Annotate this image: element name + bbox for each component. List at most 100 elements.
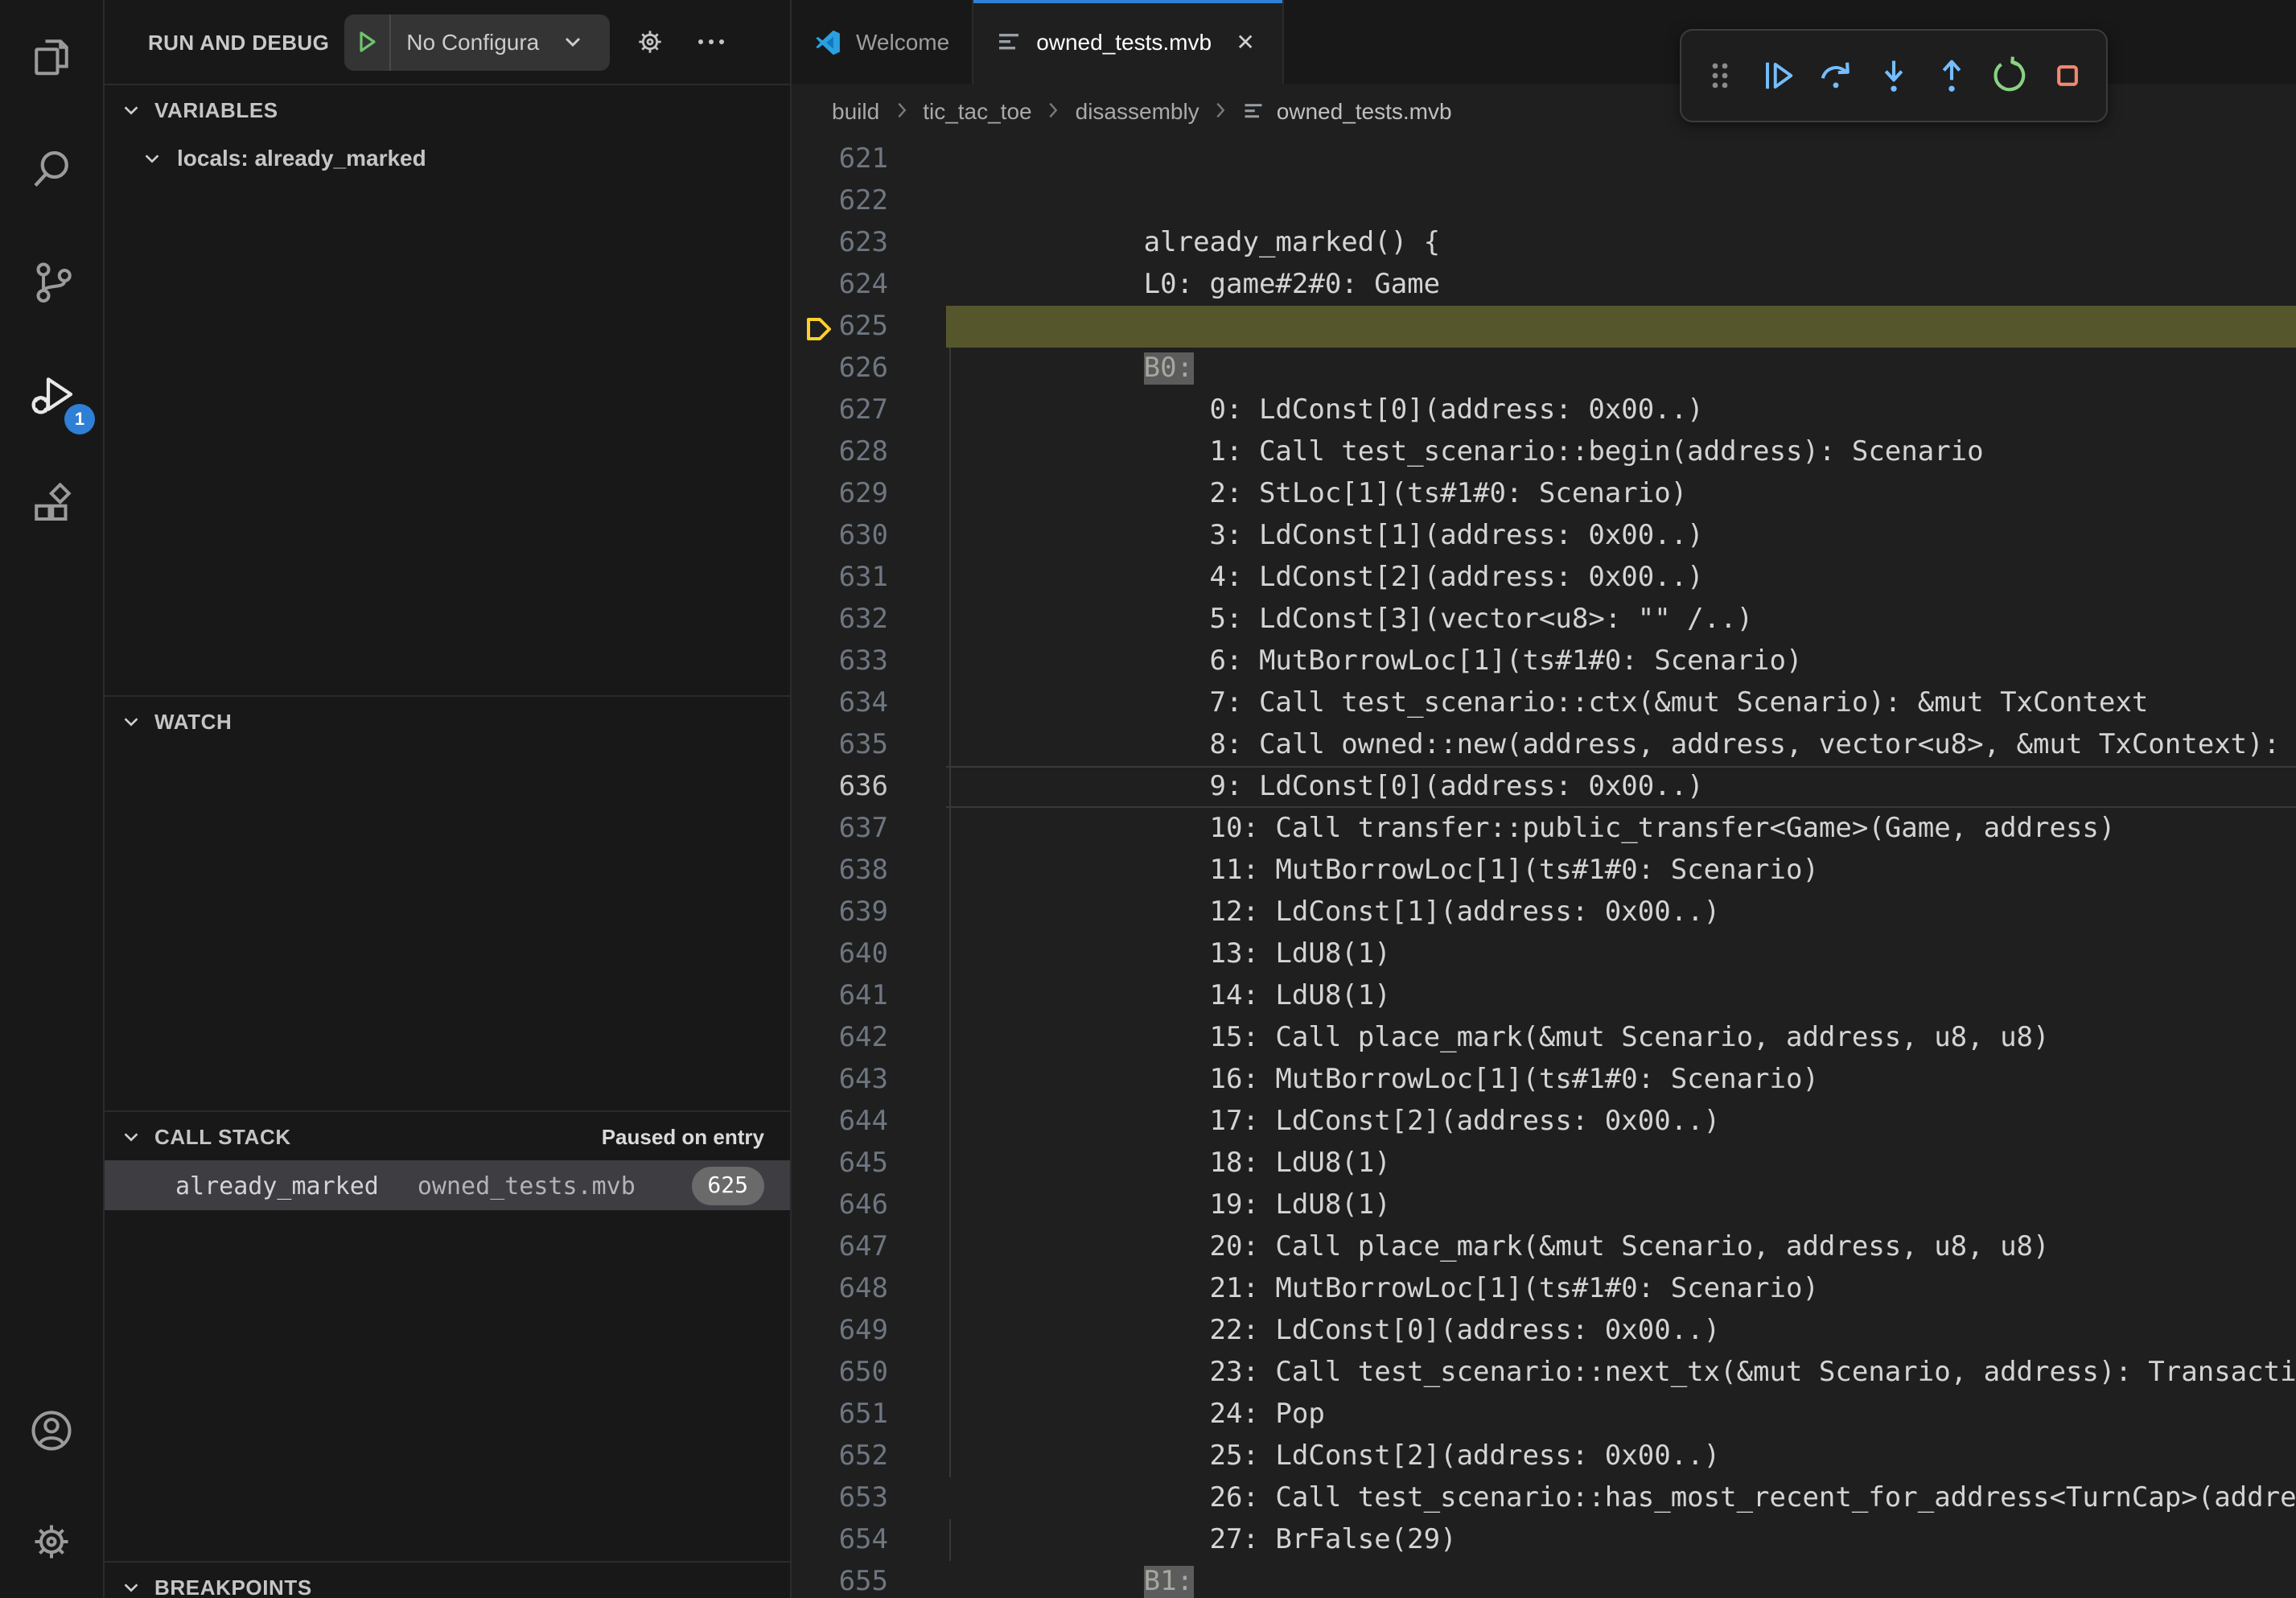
code-line[interactable]: 654 28: Branch(31) <box>792 1519 2296 1561</box>
line-number-gutter[interactable]: 634 <box>792 682 946 724</box>
line-number-gutter[interactable]: 623 <box>792 222 946 264</box>
stop-button[interactable] <box>2039 40 2096 111</box>
code-line[interactable]: 641 16: MutBorrowLoc[1](ts#1#0: Scenario… <box>792 975 2296 1017</box>
toolbar-drag-handle[interactable] <box>1691 40 1749 111</box>
close-icon[interactable]: ✕ <box>1231 27 1260 56</box>
line-number-gutter[interactable]: 651 <box>792 1394 946 1435</box>
breadcrumb-item-build[interactable]: build <box>832 97 879 123</box>
step-into-button[interactable] <box>1865 40 1923 111</box>
code-line[interactable]: 622 L0: game#2#0: Game <box>792 180 2296 222</box>
line-number-gutter[interactable]: 646 <box>792 1184 946 1226</box>
code-line[interactable]: 624 B0: <box>792 264 2296 306</box>
line-number-gutter[interactable]: 647 <box>792 1226 946 1268</box>
code-line[interactable]: 628 3: LdConst[1](address: 0x00..) <box>792 431 2296 473</box>
line-number-gutter[interactable]: 638 <box>792 850 946 892</box>
breadcrumb-item-tic-tac-toe[interactable]: tic_tac_toe <box>923 97 1031 123</box>
line-number-gutter[interactable]: 628 <box>792 431 946 473</box>
variables-section-header[interactable]: VARIABLES <box>105 85 790 134</box>
line-number-gutter[interactable]: 652 <box>792 1435 946 1477</box>
line-number-gutter[interactable]: 650 <box>792 1352 946 1394</box>
code-line[interactable]: 655 B2: <box>792 1561 2296 1598</box>
code-line[interactable]: 638 13: LdU8(1) <box>792 850 2296 892</box>
code-line[interactable]: 647 22: LdConst[0](address: 0x00..) <box>792 1226 2296 1268</box>
line-number-gutter[interactable]: 624 <box>792 264 946 306</box>
code-line[interactable]: 640 15: Call place_mark(&mut Scenario, a… <box>792 933 2296 975</box>
breakpoints-section-header[interactable]: BREAKPOINTS <box>105 1563 790 1598</box>
code-line[interactable]: 650 25: LdConst[2](address: 0x00..) <box>792 1352 2296 1394</box>
line-number-gutter[interactable]: 653 <box>792 1477 946 1519</box>
variables-scope-locals[interactable]: locals: already_marked <box>105 134 790 182</box>
stack-frame-row[interactable]: already_marked owned_tests.mvb 625 <box>105 1160 790 1210</box>
launch-configuration-dropdown[interactable]: No Configura <box>344 14 609 70</box>
code-line[interactable]: 633 8: Call owned::new(address, address,… <box>792 640 2296 682</box>
debug-settings-gear-icon[interactable] <box>628 21 670 63</box>
line-number-gutter[interactable]: 625 <box>792 306 946 348</box>
line-number-gutter[interactable]: 655 <box>792 1561 946 1598</box>
line-number-gutter[interactable]: 636 <box>792 766 946 808</box>
code-line[interactable]: 644 19: LdU8(1) <box>792 1101 2296 1143</box>
line-number-gutter[interactable]: 631 <box>792 557 946 599</box>
code-line[interactable]: 631 6: MutBorrowLoc[1](ts#1#0: Scenario) <box>792 557 2296 599</box>
line-number-gutter[interactable]: 641 <box>792 975 946 1017</box>
line-number-gutter[interactable]: 621 <box>792 138 946 180</box>
code-line[interactable]: 621 already_marked() { <box>792 138 2296 180</box>
account-icon[interactable] <box>14 1394 88 1468</box>
code-line[interactable]: 642 17: LdConst[2](address: 0x00..) <box>792 1017 2296 1059</box>
restart-button[interactable] <box>1981 40 2039 111</box>
code-line[interactable]: 625 0: LdConst[0](address: 0x00..) <box>792 306 2296 348</box>
code-line[interactable]: 626 1: Call test_scenario::begin(address… <box>792 348 2296 389</box>
code-line[interactable]: 629 4: LdConst[2](address: 0x00..) <box>792 473 2296 515</box>
code-line[interactable]: 645 20: Call place_mark(&mut Scenario, a… <box>792 1143 2296 1184</box>
code-line[interactable]: 648 23: Call test_scenario::next_tx(&mut… <box>792 1268 2296 1310</box>
line-number-gutter[interactable]: 626 <box>792 348 946 389</box>
call-stack-section-header[interactable]: CALL STACK Paused on entry <box>105 1112 790 1160</box>
line-number-gutter[interactable]: 645 <box>792 1143 946 1184</box>
line-number-gutter[interactable]: 635 <box>792 724 946 766</box>
line-number-gutter[interactable]: 654 <box>792 1519 946 1561</box>
code-line[interactable]: 649 24: Pop <box>792 1310 2296 1352</box>
line-number-gutter[interactable]: 640 <box>792 933 946 975</box>
step-over-button[interactable] <box>1807 40 1865 111</box>
line-number-gutter[interactable]: 632 <box>792 599 946 640</box>
code-line[interactable]: 639 14: LdU8(1) <box>792 892 2296 933</box>
code-line[interactable]: 652 27: BrFalse(29) <box>792 1435 2296 1477</box>
extensions-icon[interactable] <box>14 470 88 544</box>
line-number-gutter[interactable]: 639 <box>792 892 946 933</box>
code-line[interactable]: 646 21: MutBorrowLoc[1](ts#1#0: Scenario… <box>792 1184 2296 1226</box>
code-line[interactable]: 632 7: Call test_scenario::ctx(&mut Scen… <box>792 599 2296 640</box>
search-icon[interactable] <box>14 132 88 206</box>
line-number-gutter[interactable]: 644 <box>792 1101 946 1143</box>
source-control-icon[interactable] <box>14 245 88 319</box>
settings-gear-icon[interactable] <box>14 1505 88 1579</box>
breadcrumb-item-file[interactable]: owned_tests.mvb <box>1243 97 1452 123</box>
continue-button[interactable] <box>1749 40 1807 111</box>
line-number-gutter[interactable]: 627 <box>792 389 946 431</box>
line-number-gutter[interactable]: 643 <box>792 1059 946 1101</box>
line-number-gutter[interactable]: 648 <box>792 1268 946 1310</box>
line-number-gutter[interactable]: 642 <box>792 1017 946 1059</box>
code-line[interactable]: 630 5: LdConst[3](vector<u8>: "" /..) <box>792 515 2296 557</box>
views-more-actions-icon[interactable] <box>689 21 731 63</box>
code-line[interactable]: 634 9: LdConst[0](address: 0x00..) <box>792 682 2296 724</box>
line-number-gutter[interactable]: 633 <box>792 640 946 682</box>
watch-section-header[interactable]: WATCH <box>105 697 790 745</box>
code-line[interactable]: 627 2: StLoc[1](ts#1#0: Scenario) <box>792 389 2296 431</box>
code-line[interactable]: 623 L1: ts#1#0: Scenario <box>792 222 2296 264</box>
line-number-gutter[interactable]: 630 <box>792 515 946 557</box>
code-line[interactable]: 653 B1: <box>792 1477 2296 1519</box>
tab-owned-tests[interactable]: owned_tests.mvb ✕ <box>973 0 1284 84</box>
line-number-gutter[interactable]: 649 <box>792 1310 946 1352</box>
code-line[interactable]: 643 18: LdU8(1) <box>792 1059 2296 1101</box>
line-number-gutter[interactable]: 622 <box>792 180 946 222</box>
line-number-gutter[interactable]: 629 <box>792 473 946 515</box>
code-line[interactable]: 635 10: Call transfer::public_transfer<G… <box>792 724 2296 766</box>
code-line[interactable]: 636 11: MutBorrowLoc[1](ts#1#0: Scenario… <box>792 766 2296 808</box>
code-line[interactable]: 651 26: Call test_scenario::has_most_rec… <box>792 1394 2296 1435</box>
line-number-gutter[interactable]: 637 <box>792 808 946 850</box>
start-debug-icon[interactable] <box>344 14 390 70</box>
code-line[interactable]: 637 12: LdConst[1](address: 0x00..) <box>792 808 2296 850</box>
tab-welcome[interactable]: Welcome <box>792 0 973 84</box>
step-out-button[interactable] <box>1923 40 1981 111</box>
explorer-icon[interactable] <box>14 19 88 93</box>
breadcrumb-item-disassembly[interactable]: disassembly <box>1076 97 1199 123</box>
